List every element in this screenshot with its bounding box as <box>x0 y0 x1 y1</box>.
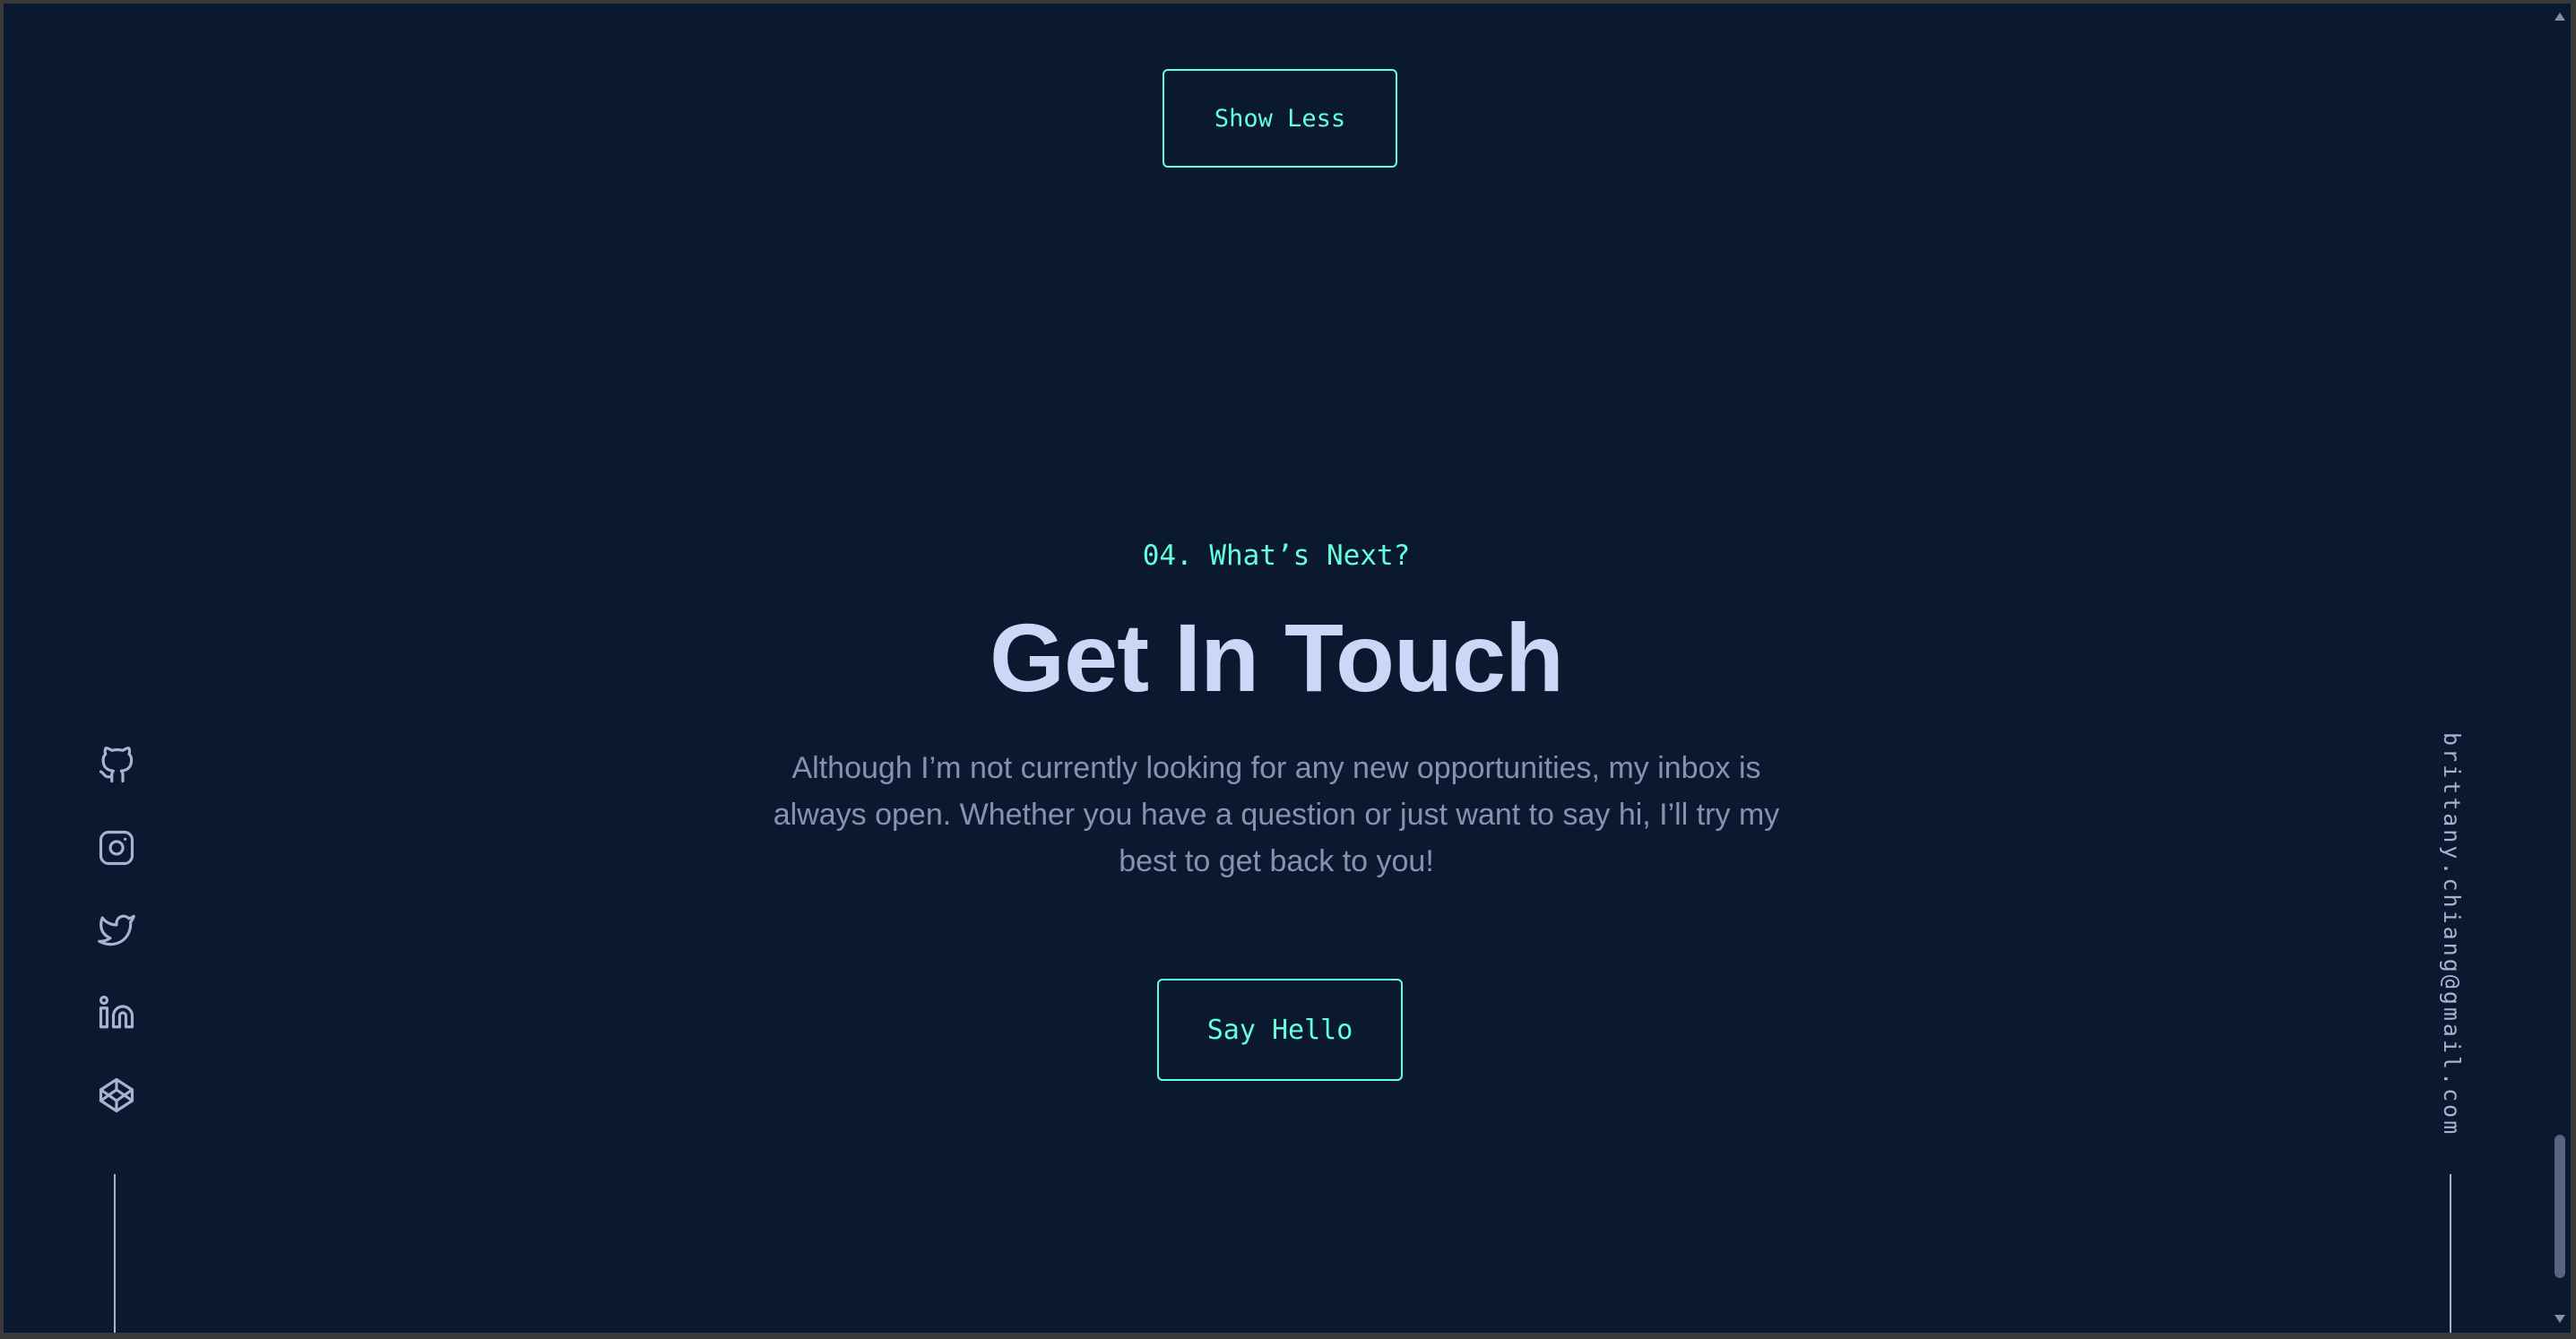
page-scrollbar[interactable] <box>2549 4 2571 1333</box>
linkedin-icon <box>99 995 134 1029</box>
twitter-link[interactable] <box>90 903 143 957</box>
contact-description: Although I’m not currently looking for a… <box>773 751 1780 878</box>
instagram-icon <box>99 830 134 866</box>
section-title: Get In Touch <box>990 603 1564 712</box>
scroll-up-icon[interactable] <box>2554 13 2565 21</box>
twitter-icon <box>98 914 135 946</box>
github-link[interactable] <box>90 739 143 792</box>
section-overline: 04. What’s Next? <box>1142 540 1411 572</box>
show-less-button[interactable]: Show Less <box>1163 69 1397 168</box>
github-icon <box>99 747 134 783</box>
say-hello-button[interactable]: Say Hello <box>1157 979 1403 1081</box>
scroll-down-icon[interactable] <box>2554 1315 2565 1323</box>
codepen-icon <box>99 1077 134 1113</box>
linkedin-link[interactable] <box>90 986 143 1040</box>
instagram-link[interactable] <box>90 821 143 875</box>
email-divider-line <box>2450 1174 2451 1333</box>
social-divider-line <box>114 1174 116 1333</box>
email-link[interactable]: brittany.chiang@gmail.com <box>2438 732 2465 1136</box>
social-links <box>90 739 143 1151</box>
page-viewport: Show Less 04. What’s Next? Get In Touch … <box>4 4 2549 1333</box>
scroll-thumb[interactable] <box>2554 1135 2565 1278</box>
codepen-link[interactable] <box>90 1068 143 1122</box>
